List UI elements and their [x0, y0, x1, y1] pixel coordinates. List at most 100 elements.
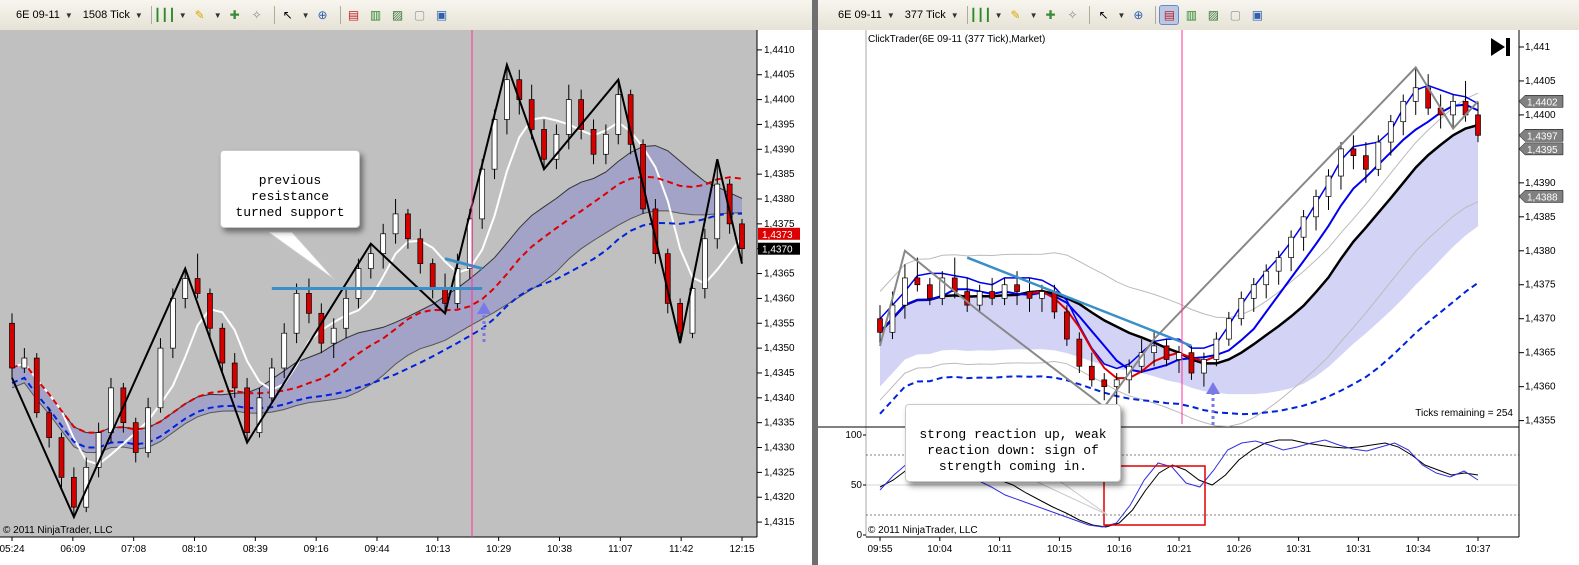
candle: [1163, 345, 1170, 360]
price-tag-label: 1,4370: [762, 245, 793, 256]
right-chart-window: 6E 09-11 ▼ 377 Tick ▼ ┃┃┃ ▼ ✎ ▼ ✚ ✧ ↖ ▼ …: [818, 0, 1579, 565]
y-tick-label: 1,4400: [764, 95, 795, 106]
skip-to-end-bar[interactable]: [1506, 38, 1510, 56]
candle: [1076, 338, 1083, 367]
candle: [1288, 236, 1294, 258]
period-selector[interactable]: 377 Tick ▼: [905, 9, 959, 21]
data-box-icon[interactable]: ▢: [411, 6, 429, 24]
zoom-icon[interactable]: ⊕: [1129, 6, 1147, 24]
instrument-label: 6E 09-11: [16, 9, 60, 21]
y-tick-label: 1,4360: [764, 293, 795, 304]
y-tick-label: 1,4370: [1525, 314, 1556, 325]
candle: [318, 312, 325, 344]
chevron-down-icon[interactable]: ▼: [179, 11, 187, 20]
candle: [380, 233, 387, 255]
window-icon[interactable]: ▣: [433, 6, 451, 24]
y-tick-label: 1,4355: [1525, 416, 1556, 427]
candle: [714, 183, 721, 240]
toolbar-separator: [1155, 6, 1157, 24]
y-tick-label: 1,4385: [1525, 212, 1556, 223]
candle: [182, 278, 189, 299]
annotation-callout: previous resistance turned support: [220, 150, 360, 228]
indicators-icon[interactable]: ▤: [1159, 5, 1180, 25]
copyright-label: © 2011 NinjaTrader, LLC: [868, 525, 978, 536]
bar-type-icon[interactable]: ┃┃┃: [970, 6, 992, 24]
candle: [194, 278, 201, 294]
candle: [330, 327, 337, 344]
chevron-down-icon[interactable]: ▼: [995, 11, 1003, 20]
x-tick-label: 09:16: [304, 544, 329, 555]
chevron-down-icon[interactable]: ▼: [302, 11, 310, 20]
copyright-label: © 2011 NinjaTrader, LLC: [3, 525, 113, 536]
y-tick-label: 1,4375: [1525, 280, 1556, 291]
indicators-icon[interactable]: ▤: [345, 6, 363, 24]
chevron-down-icon[interactable]: ▼: [214, 11, 222, 20]
chart-properties-icon[interactable]: ▨: [1204, 6, 1222, 24]
candle: [9, 322, 15, 369]
cursor-icon[interactable]: ↖: [279, 6, 297, 24]
zoom-icon[interactable]: ⊕: [314, 6, 332, 24]
pencil-icon[interactable]: ✎: [191, 6, 209, 24]
strategy-icon[interactable]: ▥: [1182, 6, 1200, 24]
candle: [231, 362, 238, 389]
candle: [1412, 87, 1419, 102]
candle: [1250, 284, 1257, 299]
candle: [702, 238, 708, 289]
candle: [1113, 379, 1120, 387]
bar-type-icon[interactable]: ┃┃┃: [154, 6, 176, 24]
candle: [367, 253, 374, 269]
left-chart-canvas[interactable]: 1,4410 1,4405 1,4400 1,4395 1,4390 1,4385 1,43…: [0, 30, 812, 565]
candle: [989, 291, 995, 299]
candle: [491, 119, 498, 170]
candle: [1375, 141, 1382, 170]
candle: [1201, 359, 1207, 374]
price-tag-label: 1,4402: [1527, 97, 1558, 108]
y-tick-label: 1,4405: [764, 70, 795, 81]
candle: [1300, 216, 1307, 238]
candle: [244, 387, 250, 433]
instrument-selector[interactable]: 6E 09-11 ▼: [838, 9, 895, 21]
pin-icon[interactable]: ✚: [226, 6, 244, 24]
candle: [1151, 345, 1157, 354]
x-tick-label: 10:16: [1107, 544, 1132, 555]
candle: [21, 357, 28, 369]
wand-icon[interactable]: ✧: [1063, 6, 1081, 24]
period-selector[interactable]: 1508 Tick ▼: [83, 9, 143, 21]
pin-icon[interactable]: ✚: [1041, 6, 1059, 24]
candle: [1450, 100, 1456, 116]
left-chart-window: 6E 09-11 ▼ 1508 Tick ▼ ┃┃┃ ▼ ✎ ▼ ✚ ✧ ↖ ▼…: [0, 0, 812, 565]
right-chart-canvas[interactable]: ClickTrader(6E 09-11 (377 Tick),Market) T…: [818, 30, 1579, 565]
candle: [1188, 352, 1195, 374]
cursor-icon[interactable]: ↖: [1094, 6, 1112, 24]
candle: [565, 99, 572, 135]
chevron-down-icon[interactable]: ▼: [1030, 11, 1038, 20]
x-tick-label: 08:10: [182, 544, 207, 555]
y-tick-label: 1,4350: [764, 343, 795, 354]
chart-title: ClickTrader(6E 09-11 (377 Tick),Market): [868, 34, 1045, 45]
wand-icon[interactable]: ✧: [248, 6, 266, 24]
screenshot-root: 6E 09-11 ▼ 1508 Tick ▼ ┃┃┃ ▼ ✎ ▼ ✚ ✧ ↖ ▼…: [0, 0, 1579, 565]
candle: [1225, 318, 1232, 340]
strategy-icon[interactable]: ▥: [367, 6, 385, 24]
candle: [1338, 148, 1344, 177]
candle: [1400, 100, 1407, 123]
pencil-icon[interactable]: ✎: [1007, 6, 1025, 24]
y-tick-label: 1,4410: [764, 45, 795, 56]
instrument-selector[interactable]: 6E 09-11 ▼: [16, 9, 73, 21]
y-tick-label: 1,4355: [764, 318, 795, 329]
candle: [1051, 291, 1058, 313]
data-box-icon[interactable]: ▢: [1226, 6, 1244, 24]
candle: [169, 298, 176, 349]
chevron-down-icon[interactable]: ▼: [1117, 11, 1125, 20]
candle: [603, 134, 609, 155]
x-tick-label: 10:26: [1226, 544, 1251, 555]
candle: [157, 347, 164, 409]
candle: [1325, 175, 1332, 197]
candle: [1363, 155, 1369, 170]
chart-properties-icon[interactable]: ▨: [389, 6, 407, 24]
candle: [615, 94, 622, 135]
y-tick-label: 1,4390: [1525, 178, 1556, 189]
window-icon[interactable]: ▣: [1248, 6, 1266, 24]
candle: [1064, 311, 1070, 340]
y-tick-label: 1,4395: [764, 119, 795, 130]
